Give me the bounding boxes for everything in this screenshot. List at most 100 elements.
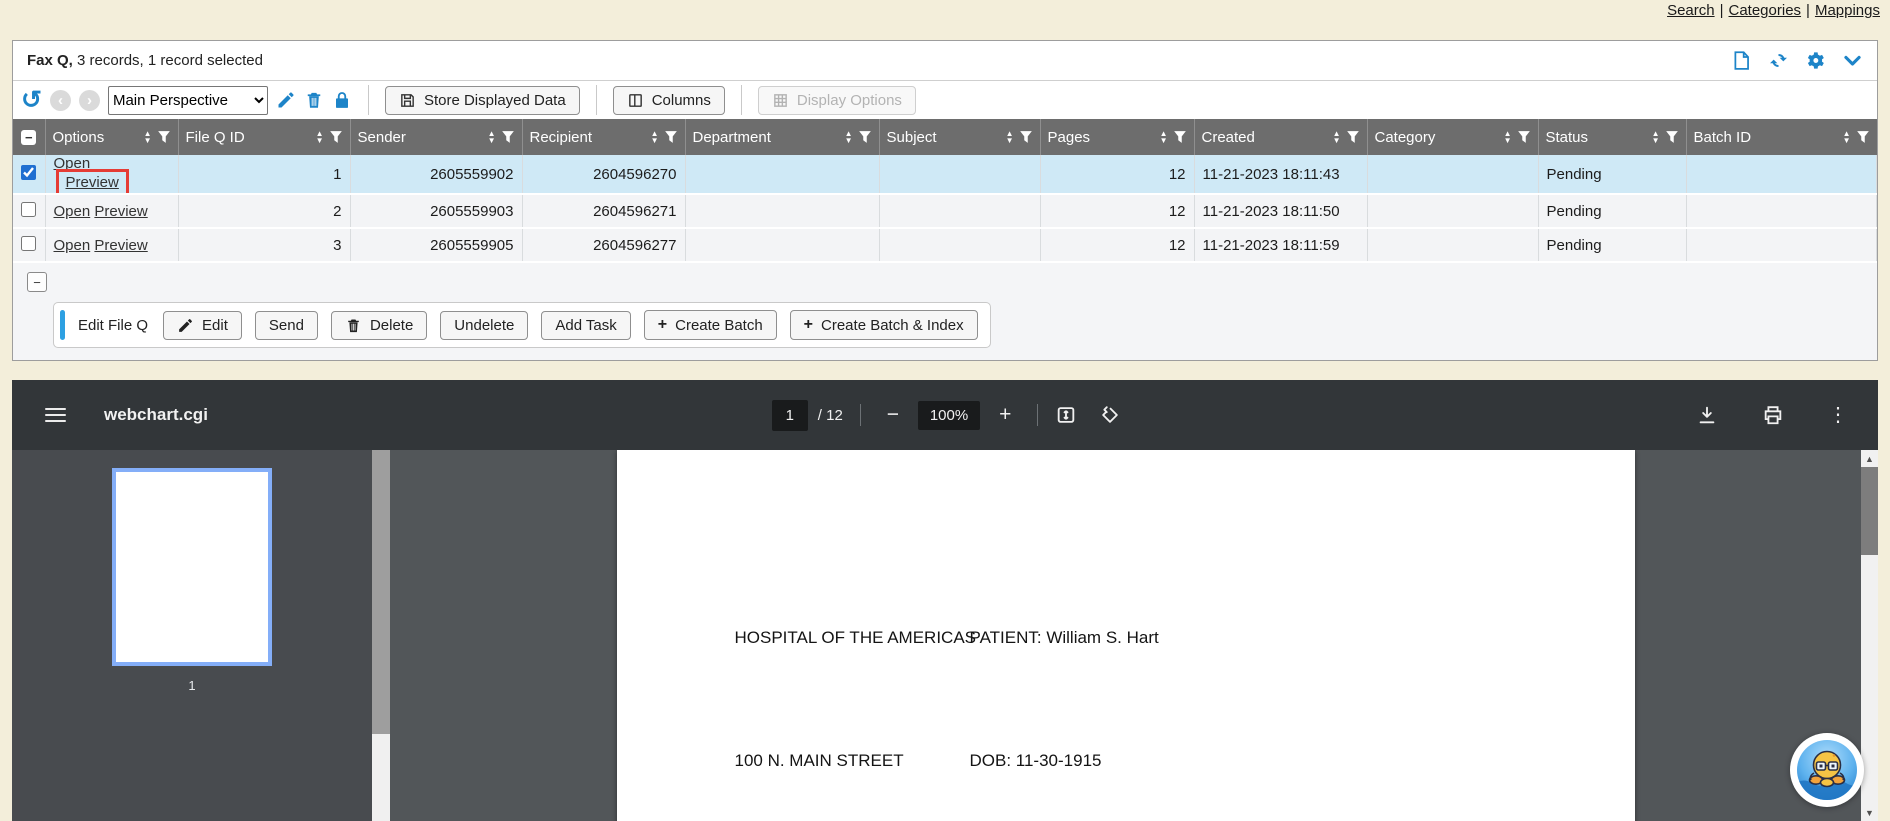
chevron-down-icon[interactable] xyxy=(1842,50,1863,71)
cell-department xyxy=(685,155,879,194)
header-department: Department ▲▼ xyxy=(685,119,879,155)
nav-back-icon[interactable]: ‹ xyxy=(50,90,71,111)
filter-icon[interactable] xyxy=(1346,130,1360,144)
link-separator: | xyxy=(1720,2,1724,19)
document-page: HOSPITAL OF THE AMERICAS 100 N. MAIN STR… xyxy=(617,450,1635,821)
print-icon[interactable] xyxy=(1762,404,1784,426)
rotate-icon[interactable] xyxy=(1099,404,1121,426)
fit-to-page-icon[interactable] xyxy=(1055,404,1077,426)
row-checkbox[interactable] xyxy=(21,202,36,217)
thumbnail-scrollbar[interactable] xyxy=(372,450,390,821)
mappings-link[interactable]: Mappings xyxy=(1815,2,1880,19)
filter-icon[interactable] xyxy=(329,130,343,144)
download-icon[interactable] xyxy=(1696,404,1718,426)
sort-icon[interactable]: ▲▼ xyxy=(1006,130,1014,144)
edit-perspective-icon[interactable] xyxy=(276,90,296,110)
column-label: Subject xyxy=(887,129,1001,146)
scroll-up-icon[interactable]: ▲ xyxy=(1861,450,1878,467)
undo-icon[interactable]: ↺ xyxy=(21,90,42,110)
cell-sender: 2605559902 xyxy=(350,155,522,194)
zoom-level[interactable]: 100% xyxy=(918,401,980,430)
sort-icon[interactable]: ▲▼ xyxy=(488,130,496,144)
sort-icon[interactable]: ▲▼ xyxy=(651,130,659,144)
open-link[interactable]: Open xyxy=(54,237,91,254)
send-button[interactable]: Send xyxy=(255,311,318,340)
toolbar-divider xyxy=(368,85,369,115)
columns-button[interactable]: Columns xyxy=(613,86,725,115)
preview-link[interactable]: Preview xyxy=(94,203,147,220)
cell-batch-id xyxy=(1686,228,1877,262)
sort-icon[interactable]: ▲▼ xyxy=(1333,130,1341,144)
sort-icon[interactable]: ▲▼ xyxy=(1843,130,1851,144)
scrollbar-thumb[interactable] xyxy=(372,450,390,734)
header-options: Options ▲▼ xyxy=(45,119,178,155)
sort-icon[interactable]: ▲▼ xyxy=(144,130,152,144)
exam-section: EXAMINATION: MRI LUMBOSACRAL SPINE CONTR… xyxy=(735,740,1092,821)
preview-link[interactable]: Preview xyxy=(94,237,147,254)
top-nav: Search|Categories|Mappings xyxy=(1667,2,1880,19)
sort-icon[interactable]: ▲▼ xyxy=(1652,130,1660,144)
row-checkbox[interactable] xyxy=(21,236,36,251)
filter-icon[interactable] xyxy=(157,130,171,144)
page-thumbnail[interactable] xyxy=(112,468,272,666)
scrollbar-thumb[interactable] xyxy=(1861,467,1878,555)
undelete-button[interactable]: Undelete xyxy=(440,311,528,340)
delete-perspective-icon[interactable] xyxy=(304,90,324,110)
column-label: Recipient xyxy=(530,129,646,146)
sort-icon[interactable]: ▲▼ xyxy=(1504,130,1512,144)
filter-icon[interactable] xyxy=(1856,130,1870,144)
panel-footer: − Edit File Q Edit Send Delete Undelete … xyxy=(13,263,1877,360)
store-displayed-data-label: Store Displayed Data xyxy=(424,92,566,109)
open-link[interactable]: Open xyxy=(54,203,91,220)
filter-icon[interactable] xyxy=(664,130,678,144)
panel-toolbar: ↺ ‹ › Main Perspective Store Displayed D… xyxy=(13,81,1877,119)
edit-file-q-action-bar: Edit File Q Edit Send Delete Undelete Ad… xyxy=(53,302,991,348)
filter-icon[interactable] xyxy=(1517,130,1531,144)
create-batch-button[interactable]: + Create Batch xyxy=(644,310,777,340)
cell-created: 11-21-2023 18:11:43 xyxy=(1194,155,1367,194)
categories-link[interactable]: Categories xyxy=(1729,2,1802,19)
edit-button[interactable]: Edit xyxy=(163,311,242,340)
refresh-icon[interactable] xyxy=(1768,50,1789,71)
delete-button[interactable]: Delete xyxy=(331,311,427,340)
search-link[interactable]: Search xyxy=(1667,2,1715,19)
new-document-icon[interactable] xyxy=(1731,50,1752,71)
column-label: Sender xyxy=(358,129,483,146)
support-mascot-button[interactable] xyxy=(1790,733,1864,807)
cell-batch-id xyxy=(1686,194,1877,228)
header-category: Category ▲▼ xyxy=(1367,119,1538,155)
zoom-out-button[interactable]: − xyxy=(878,403,908,427)
sort-icon[interactable]: ▲▼ xyxy=(316,130,324,144)
row-checkbox[interactable] xyxy=(21,165,36,180)
column-label: File Q ID xyxy=(186,129,311,146)
cell-pages: 12 xyxy=(1040,228,1194,262)
create-batch-index-button[interactable]: + Create Batch & Index xyxy=(790,310,978,340)
cell-status: Pending xyxy=(1538,155,1686,194)
more-options-icon[interactable]: ⋮ xyxy=(1828,405,1848,425)
header-created: Created ▲▼ xyxy=(1194,119,1367,155)
lock-icon[interactable] xyxy=(332,90,352,110)
filter-icon[interactable] xyxy=(1019,130,1033,144)
sort-icon[interactable]: ▲▼ xyxy=(1160,130,1168,144)
perspective-select[interactable]: Main Perspective xyxy=(108,86,268,115)
thumbnail-panel: 1 xyxy=(12,450,372,821)
menu-icon[interactable] xyxy=(45,404,66,426)
nav-forward-icon[interactable]: › xyxy=(79,90,100,111)
filter-icon[interactable] xyxy=(501,130,515,144)
plus-icon: + xyxy=(804,316,813,334)
filter-icon[interactable] xyxy=(1173,130,1187,144)
cell-batch-id xyxy=(1686,155,1877,194)
uncheck-all-icon[interactable]: − xyxy=(21,130,36,145)
gear-icon[interactable] xyxy=(1805,50,1826,71)
zoom-in-button[interactable]: + xyxy=(990,403,1020,427)
store-displayed-data-button[interactable]: Store Displayed Data xyxy=(385,86,580,115)
filter-icon[interactable] xyxy=(858,130,872,144)
preview-link[interactable]: Preview xyxy=(66,174,119,191)
collapse-icon[interactable]: − xyxy=(27,272,47,292)
filter-icon[interactable] xyxy=(1665,130,1679,144)
add-task-button[interactable]: Add Task xyxy=(541,311,630,340)
sort-icon[interactable]: ▲▼ xyxy=(845,130,853,144)
patient-name: PATIENT: William S. Hart xyxy=(970,617,1286,658)
page-number-input[interactable]: 1 xyxy=(772,400,808,431)
grid-icon xyxy=(772,92,789,109)
